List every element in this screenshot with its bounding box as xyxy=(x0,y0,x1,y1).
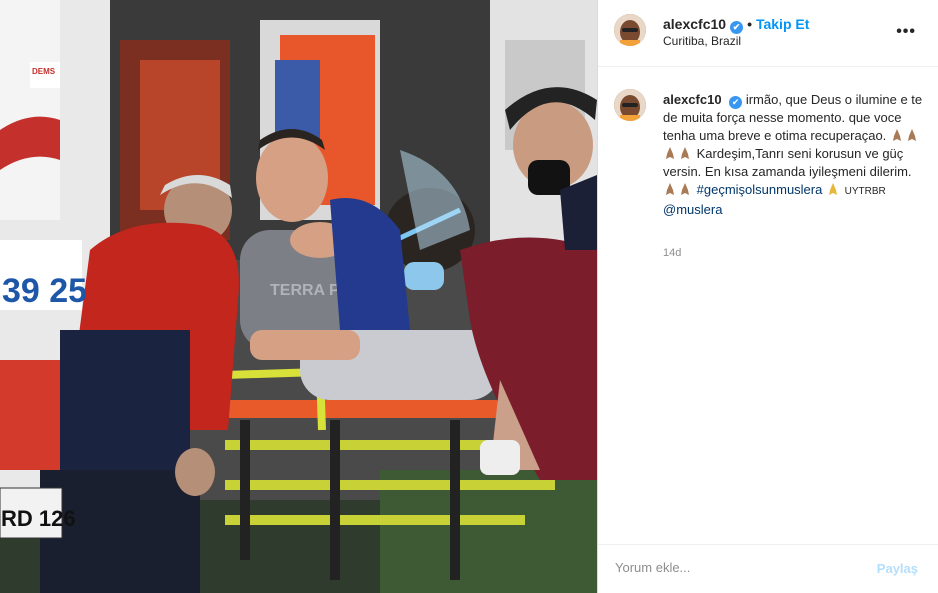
avatar-image xyxy=(614,89,646,121)
post-header: alexcfc10 ✔ • Takip Et Curitiba, Brazil ••• xyxy=(598,0,938,67)
praying-hands-icon xyxy=(681,183,689,195)
mention-link[interactable]: @muslera xyxy=(663,202,722,217)
post-sidebar: alexcfc10 ✔ • Takip Et Curitiba, Brazil •••… xyxy=(597,0,938,593)
post-photo[interactable]: TERRA PAY 39 25 DEMS RD 126 xyxy=(0,0,597,593)
praying-hands-icons xyxy=(663,182,697,197)
post-image: TERRA PAY 39 25 DEMS RD 126 xyxy=(0,0,597,593)
praying-hands-icon xyxy=(666,147,674,159)
comment-bar: Paylaş xyxy=(598,544,938,593)
share-button[interactable]: Paylaş xyxy=(877,561,918,576)
more-options-icon[interactable]: ••• xyxy=(896,23,916,41)
post-timestamp[interactable]: 14d xyxy=(663,247,681,259)
comment-input[interactable] xyxy=(615,560,835,575)
caption-avatar[interactable] xyxy=(614,89,646,121)
ambulance-label: DEMS xyxy=(32,67,56,76)
header-username-row: alexcfc10 ✔ • Takip Et xyxy=(663,16,809,34)
caption-text: alexcfc10 ✔ irmão, que Deus o ilumine e … xyxy=(663,91,923,219)
hashtag-link[interactable]: #geçmişolsunmuslera xyxy=(697,182,823,197)
avatar[interactable] xyxy=(614,14,646,46)
username-link[interactable]: alexcfc10 xyxy=(663,16,726,32)
license-plate: RD 126 xyxy=(1,506,76,531)
verified-icon: ✔ xyxy=(729,96,743,109)
verified-icon: ✔ xyxy=(730,21,744,34)
caption-small-text: UYTRBR xyxy=(844,186,886,197)
follow-button[interactable]: Takip Et xyxy=(756,16,809,32)
praying-hands-icon xyxy=(666,183,674,195)
praying-hands-icon xyxy=(907,129,916,141)
praying-hands-icon xyxy=(828,183,837,195)
instagram-post: TERRA PAY 39 25 DEMS RD 126 alexcfc10 ✔ … xyxy=(0,0,938,593)
ambulance-number: 39 25 xyxy=(2,272,87,310)
avatar-image xyxy=(614,14,646,46)
caption-line-2: Kardeşim,Tanrı seni korusun ve güç versi… xyxy=(663,146,912,179)
caption-username[interactable]: alexcfc10 xyxy=(663,92,722,107)
praying-hands-icon xyxy=(892,129,901,141)
separator-dot: • xyxy=(747,16,752,32)
location-link[interactable]: Curitiba, Brazil xyxy=(663,34,741,48)
praying-hands-icon xyxy=(681,147,689,159)
